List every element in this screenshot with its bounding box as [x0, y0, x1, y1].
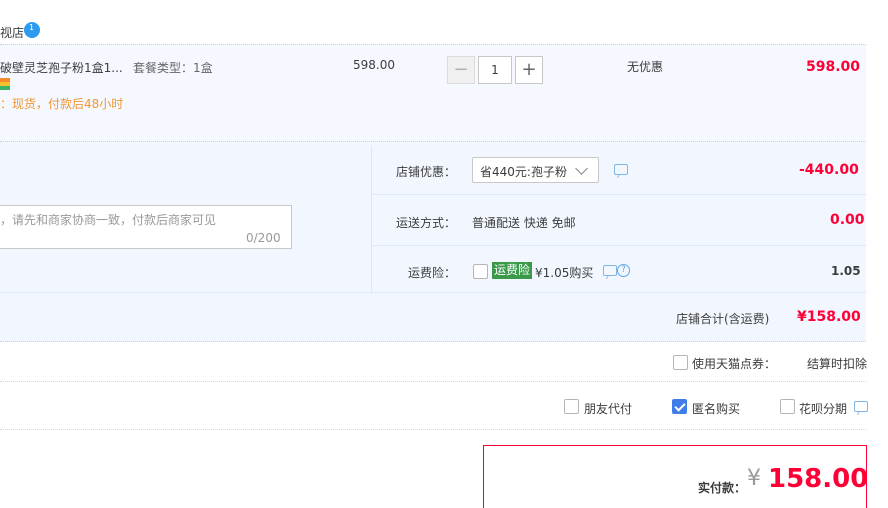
shop-discount-label: 店铺优惠：: [396, 165, 457, 179]
payment-summary: 实付款： ¥ 158.00: [483, 445, 869, 508]
friend-pay-checkbox[interactable]: [564, 399, 579, 414]
friend-pay-label[interactable]: 朋友代付: [584, 400, 632, 417]
divider: [371, 146, 372, 292]
insurance-label: 运费险：: [408, 266, 457, 280]
promo-tag-icon: [0, 78, 10, 90]
wangwang-chat-icon[interactable]: [24, 22, 40, 38]
payment-label: 实付款：: [698, 481, 747, 495]
qty-decrease-button[interactable]: −: [447, 56, 475, 84]
item-title[interactable]: 破壁灵芝孢子粉1盒1...: [0, 59, 123, 76]
divider: [372, 245, 866, 246]
payment-amount: 158.00: [768, 464, 869, 494]
shop-discount-option: 省440元:孢子粉: [480, 165, 567, 179]
shipping-amount: 0.00: [830, 212, 865, 228]
divider: [0, 381, 866, 382]
insurance-checkbox[interactable]: [473, 264, 488, 279]
divider: [372, 194, 866, 195]
item-row: 破壁灵芝孢子粉1盒1... 套餐类型：1盒 ：现货，付款后48小时 598.00…: [0, 44, 866, 142]
memo-counter: 0/200: [246, 231, 281, 245]
chevron-down-icon: [575, 162, 588, 175]
anonymous-purchase-checkbox[interactable]: [672, 399, 687, 414]
item-sku: 套餐类型：1盒: [133, 61, 213, 75]
quantity-input[interactable]: 1: [478, 56, 512, 84]
memo-placeholder: ，请先和商家协商一致，付款后商家可见: [0, 213, 217, 227]
tmall-coupon-note: 结算时扣除: [807, 357, 868, 371]
shop-name[interactable]: 视店: [0, 24, 24, 41]
payment-currency: ¥: [747, 466, 761, 491]
insurance-price: ¥1.05购买: [535, 266, 594, 280]
buyer-memo-textarea[interactable]: ，请先和商家协商一致，付款后商家可见 0/200: [0, 205, 292, 249]
message-icon[interactable]: [614, 164, 628, 175]
divider: [0, 292, 866, 293]
shipping-value: 普通配送 快递 免邮: [472, 216, 576, 230]
shipping-label: 运送方式：: [396, 216, 457, 230]
installment-label[interactable]: 花呗分期: [799, 400, 847, 417]
tmall-coupon-checkbox[interactable]: [673, 355, 688, 370]
unit-price: 598.00: [353, 58, 395, 72]
anonymous-purchase-label[interactable]: 匿名购买: [692, 400, 740, 417]
shop-header: 视店: [0, 18, 888, 44]
shop-discount-select[interactable]: 省440元:孢子粉: [472, 157, 599, 183]
shop-total-label: 店铺合计(含运费): [676, 312, 770, 326]
message-icon[interactable]: [603, 265, 617, 276]
message-icon[interactable]: [854, 401, 868, 412]
insurance-amount: 1.05: [831, 264, 861, 278]
divider: [0, 429, 866, 430]
shop-total-amount: ¥158.00: [797, 309, 861, 325]
item-discount: 无优惠: [627, 60, 664, 74]
insurance-badge: 运费险: [492, 262, 533, 279]
stock-note: ：现货，付款后48小时: [0, 97, 124, 111]
help-icon[interactable]: ?: [617, 264, 630, 277]
qty-increase-button[interactable]: +: [515, 56, 543, 84]
shop-discount-amount: -440.00: [799, 162, 859, 178]
installment-checkbox[interactable]: [780, 399, 795, 414]
item-subtotal: 598.00: [806, 59, 861, 75]
tmall-coupon-label: 使用天猫点券：: [692, 357, 777, 371]
